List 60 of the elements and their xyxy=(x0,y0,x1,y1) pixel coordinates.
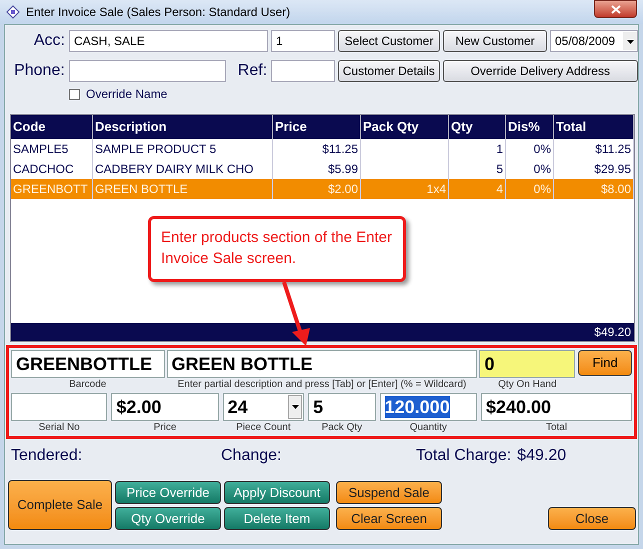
callout: Enter products section of the Enter Invoice Sale screen. xyxy=(148,216,406,282)
change-label: Change: xyxy=(221,446,282,466)
window-title: Enter Invoice Sale (Sales Person: Standard User) xyxy=(26,4,290,21)
table-cell: 4 xyxy=(449,179,506,199)
field-label: Enter partial description and press [Tab] or [Enter] (% = Wildcard) xyxy=(178,378,466,392)
field-label: Pack Qty xyxy=(322,421,362,435)
action-button[interactable]: Complete Sale xyxy=(8,480,112,530)
product-field[interactable]: 5 xyxy=(308,393,376,421)
customer-button[interactable]: Customer Details xyxy=(338,60,440,82)
acc-label: Acc: xyxy=(32,30,65,50)
table-row[interactable]: CADCHOC CADBERY DAIRY MILK CHO $5.99 5 0% $29.95 xyxy=(11,159,634,179)
customer-button[interactable]: Override Delivery Address xyxy=(442,60,638,82)
table-cell: 1x4 xyxy=(361,179,449,199)
phone-label: Phone: xyxy=(13,60,65,80)
table-cell: $2.00 xyxy=(273,179,361,199)
product-field[interactable]: 120.000 xyxy=(380,393,477,421)
action-button[interactable]: Close xyxy=(548,507,636,530)
field-label: Quantity xyxy=(410,421,447,435)
ref-label: Ref: xyxy=(236,60,268,80)
table-cell: $8.00 xyxy=(554,179,634,199)
total-charge-label: Total Charge: xyxy=(416,446,512,466)
product-field[interactable]: 24 xyxy=(222,393,304,421)
close-icon xyxy=(610,4,620,14)
action-button[interactable]: Delete Item xyxy=(224,507,330,530)
ref-field[interactable] xyxy=(271,60,335,82)
field-label: Barcode xyxy=(69,378,106,392)
customer-button[interactable]: Select Customer xyxy=(338,30,440,52)
table-cell: 0% xyxy=(506,179,554,199)
table-row[interactable]: SAMPLE5 SAMPLE PRODUCT 5 $11.25 1 0% $11.25 xyxy=(11,139,634,159)
table-total: $49.20 xyxy=(594,324,631,341)
table-cell: GREEN BOTTLE xyxy=(93,179,273,199)
action-button[interactable]: Suspend Sale xyxy=(336,481,442,504)
app-icon xyxy=(6,5,20,19)
action-button[interactable]: Clear Screen xyxy=(336,507,442,530)
field-label: Piece Count xyxy=(236,421,291,435)
product-field[interactable]: $2.00 xyxy=(111,393,219,421)
action-button[interactable]: Qty Override xyxy=(115,507,221,530)
checkbox-label: Override Name xyxy=(86,86,168,103)
field-label: Price xyxy=(154,421,176,435)
product-field[interactable]: GREENBOTTLE xyxy=(11,350,164,378)
date-picker[interactable]: 05/08/2009 xyxy=(550,30,638,52)
product-field[interactable] xyxy=(11,393,108,421)
field-label: Serial No xyxy=(38,421,80,435)
table-cell: GREENBOTT xyxy=(11,179,93,199)
acc-name-field[interactable]: CASH, SALE xyxy=(69,30,268,52)
customer-button[interactable]: New Customer xyxy=(443,30,547,52)
product-field[interactable]: GREEN BOTTLE xyxy=(166,350,478,378)
action-button[interactable]: Apply Discount xyxy=(224,481,330,504)
product-field[interactable]: $240.00 xyxy=(481,393,632,421)
field-label: Qty On Hand xyxy=(498,378,556,392)
tendered-label: Tendered: xyxy=(11,446,84,466)
field-label: Total xyxy=(546,421,568,435)
phone-field[interactable] xyxy=(68,60,226,82)
close-window-button[interactable] xyxy=(594,0,637,18)
action-button[interactable]: Price Override xyxy=(115,481,221,504)
total-charge-value: $49.20 xyxy=(517,446,566,466)
acc-number-field[interactable]: 1 xyxy=(271,30,335,52)
product-field[interactable]: 0 xyxy=(479,350,576,378)
checkbox[interactable] xyxy=(69,88,80,100)
find-button[interactable]: Find xyxy=(578,350,632,376)
